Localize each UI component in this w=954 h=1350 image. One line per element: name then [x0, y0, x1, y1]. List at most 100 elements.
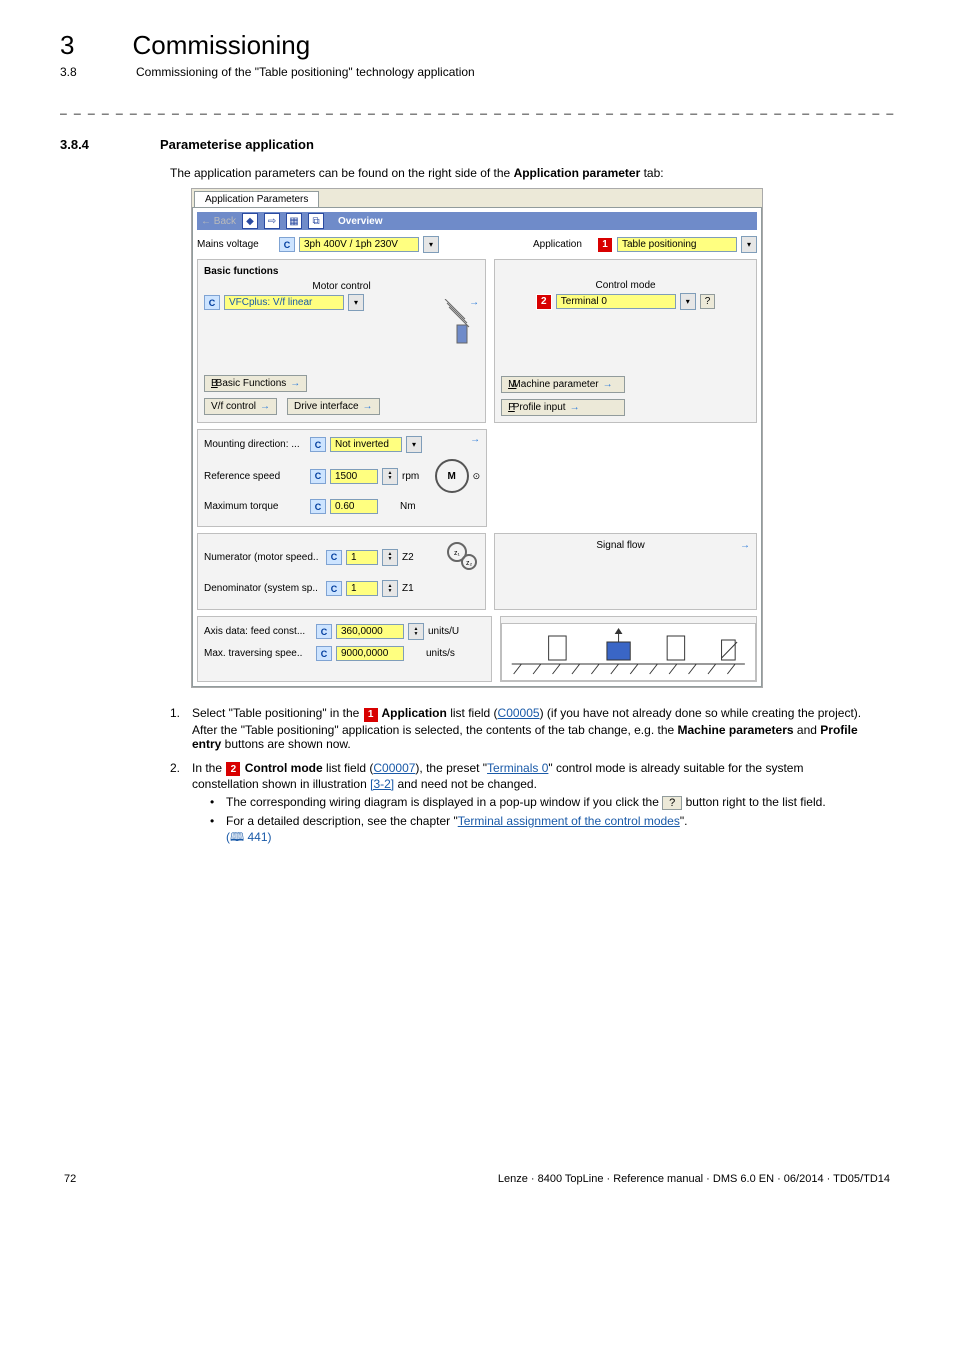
numerator-label: Numerator (motor speed.. [204, 552, 322, 563]
c-badge-icon: C [204, 295, 220, 310]
arrow-right-icon: → [290, 378, 300, 389]
spinner-icon[interactable]: ▲▼ [408, 623, 424, 640]
app-parameters-screenshot: Application Parameters ← Back ◆ ⇨ ▦ ⧉ Ov… [191, 188, 763, 688]
spinner-icon[interactable]: ▲▼ [382, 468, 398, 485]
mounting-direction-field[interactable]: Not inverted [330, 437, 402, 452]
bullet-icon: • [210, 795, 218, 810]
spinner-icon[interactable]: ▲▼ [382, 549, 398, 566]
motor-control-label: Motor control [204, 281, 479, 292]
control-mode-label: Control mode [501, 280, 750, 291]
section-title: Commissioning of the "Table positioning"… [136, 65, 475, 79]
chapter-title: Commissioning [132, 30, 310, 61]
badge-2-icon: 2 [225, 761, 241, 777]
link-illustration-3-2[interactable]: [3-2] [370, 777, 394, 791]
reference-speed-field[interactable]: 1500 [330, 469, 378, 484]
list-number-1: 1. [170, 706, 184, 751]
dropdown-icon[interactable]: ▾ [680, 293, 696, 310]
max-torque-label: Maximum torque [204, 501, 306, 512]
application-label: Application [533, 239, 593, 250]
overview-toolbar: ← Back ◆ ⇨ ▦ ⧉ Overview [197, 212, 757, 230]
arrow-right-icon: → [470, 434, 480, 445]
chapter-number: 3 [60, 30, 74, 61]
mounting-direction-label: Mounting direction: ... [204, 439, 306, 450]
dropdown-icon[interactable]: ▾ [348, 294, 364, 311]
inductor-icon [435, 299, 475, 349]
arrow-right-icon: → [363, 401, 373, 412]
link-c00005[interactable]: C00005 [498, 706, 540, 720]
basic-functions-button[interactable]: BBasic Functions→ [204, 375, 307, 392]
motor-icon: M [435, 459, 469, 493]
svg-text:z₁: z₁ [454, 550, 461, 557]
tab-application-parameters[interactable]: Application Parameters [194, 191, 319, 207]
max-trav-field[interactable]: 9000,0000 [336, 646, 404, 661]
link-terminal-assignment[interactable]: Terminal assignment of the control modes [458, 814, 680, 828]
units-s: units/s [426, 648, 455, 659]
basic-functions-title: Basic functions [204, 266, 479, 277]
link-c00007[interactable]: C00007 [373, 761, 415, 775]
list-number-2: 2. [170, 761, 184, 854]
max-torque-field[interactable]: 0.60 [330, 499, 378, 514]
profile-input-button[interactable]: PProfile input→ [501, 399, 625, 416]
badge-1-icon: 1 [597, 237, 613, 253]
intro-text: The application parameters can be found … [170, 166, 894, 180]
dropdown-icon[interactable]: ▾ [423, 236, 439, 253]
badge-2-icon: 2 [536, 294, 552, 310]
help-button[interactable]: ? [700, 294, 716, 309]
c-badge-icon: C [326, 550, 342, 565]
badge-1-icon: 1 [363, 707, 379, 723]
nav-icon-grid[interactable]: ▦ [286, 213, 302, 229]
arrow-right-icon: → [570, 402, 580, 413]
arrow-right-icon: → [260, 401, 270, 412]
section-number: 3.8 [60, 65, 78, 79]
traversing-drawing [501, 623, 756, 681]
help-button-inline[interactable]: ? [662, 796, 682, 810]
denominator-label: Denominator (system sp.. [204, 583, 322, 594]
drive-interface-button[interactable]: Drive interface→ [287, 398, 379, 415]
book-icon: 🕮 [230, 830, 244, 844]
c-badge-icon: C [310, 499, 326, 514]
signal-flow-label: Signal flow [596, 540, 644, 551]
nav-icon-copy[interactable]: ⧉ [308, 213, 324, 229]
subsection-title: Parameterise application [160, 137, 314, 152]
bullet-icon: • [210, 814, 218, 849]
arrow-right-icon[interactable]: → [740, 540, 750, 551]
control-mode-field[interactable]: Terminal 0 [556, 294, 676, 309]
c-badge-icon: C [316, 624, 332, 639]
nm-unit: Nm [400, 501, 416, 512]
max-trav-label: Max. traversing spee.. [204, 648, 312, 659]
step-1: Select "Table positioning" in the 1 Appl… [192, 706, 864, 751]
dropdown-icon[interactable]: ▾ [406, 436, 422, 453]
mains-voltage-field[interactable]: 3ph 400V / 1ph 230V [299, 237, 419, 252]
arrow-right-icon: → [603, 379, 613, 390]
motor-control-field[interactable]: VFCplus: V/f linear [224, 295, 344, 310]
z1-unit: Z1 [402, 583, 414, 594]
spinner-icon[interactable]: ▲▼ [382, 580, 398, 597]
page-number: 72 [64, 1173, 76, 1185]
units-u: units/U [428, 626, 459, 637]
back-button[interactable]: ← Back [201, 216, 236, 227]
c-badge-icon: C [310, 437, 326, 452]
footer-doc-info: Lenze · 8400 TopLine · Reference manual … [498, 1173, 890, 1185]
feed-const-field[interactable]: 360,0000 [336, 624, 404, 639]
mains-voltage-label: Mains voltage [197, 239, 275, 250]
machine-parameter-button[interactable]: MMachine parameter→ [501, 376, 625, 393]
page-reference[interactable]: (🕮 441) [226, 830, 272, 844]
overview-title: Overview [338, 216, 382, 227]
svg-text:z₂: z₂ [466, 560, 473, 567]
numerator-field[interactable]: 1 [346, 550, 378, 565]
c-badge-icon: C [316, 646, 332, 661]
subsection-number: 3.8.4 [60, 137, 120, 152]
dropdown-icon[interactable]: ▾ [741, 236, 757, 253]
nav-icon-diamond[interactable]: ◆ [242, 213, 258, 229]
c-badge-icon: C [310, 469, 326, 484]
z2-unit: Z2 [402, 552, 414, 563]
denominator-field[interactable]: 1 [346, 581, 378, 596]
c-badge-icon: C [326, 581, 342, 596]
vf-control-button[interactable]: V/f control→ [204, 398, 277, 415]
nav-icon-arrow[interactable]: ⇨ [264, 213, 280, 229]
feed-const-label: Axis data: feed const... [204, 626, 312, 637]
rpm-unit: rpm [402, 471, 419, 482]
gear-icon: z₁ z₂ [445, 540, 479, 574]
application-field[interactable]: Table positioning [617, 237, 737, 252]
link-terminals0[interactable]: Terminals 0 [487, 761, 548, 775]
